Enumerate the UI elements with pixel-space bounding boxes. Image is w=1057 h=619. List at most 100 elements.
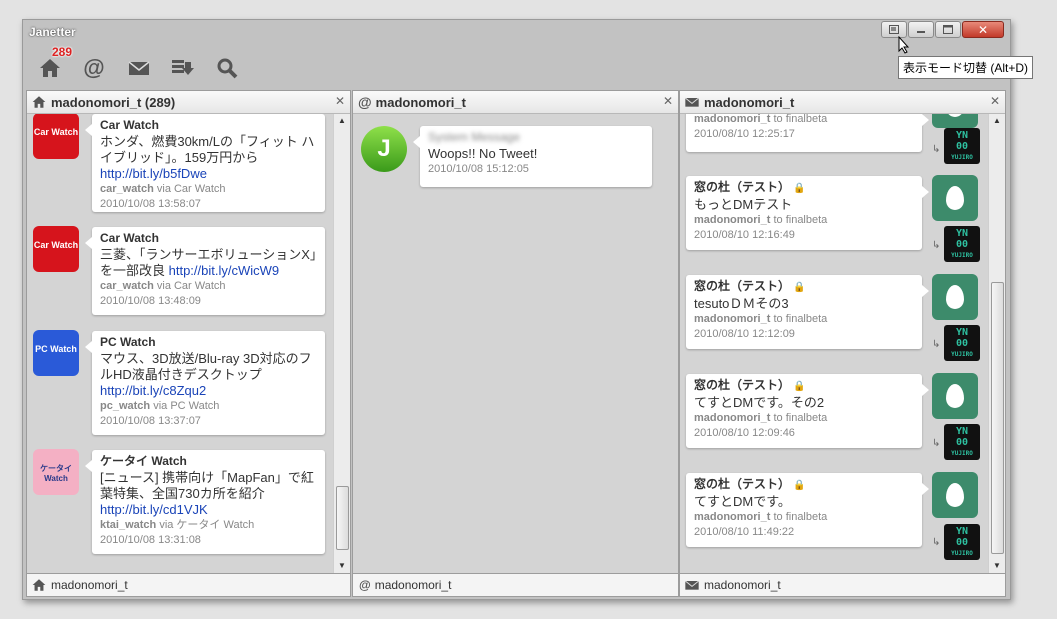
dm-text: tesutoＤＭその3	[694, 296, 789, 311]
mail-icon	[128, 61, 150, 75]
tweet-author[interactable]: PC Watch	[100, 334, 317, 351]
list-download-icon	[172, 60, 194, 75]
home-button[interactable]	[37, 55, 63, 81]
tweet-bubble: ケータイ Watch [ニュース] 携帯向け「MapFan」で紅葉特集、全国73…	[85, 450, 325, 554]
avatar-label: ケータイ Watch	[40, 464, 72, 483]
avatar[interactable]	[932, 114, 978, 128]
column-close-icon[interactable]: ✕	[663, 94, 673, 108]
app-window: Janetter ✕ 289 @ madonomori_t (289) ✕ Ca…	[22, 19, 1011, 600]
avatar[interactable]	[932, 274, 978, 320]
tweet-link[interactable]: http://bit.ly/c8Zqu2	[100, 383, 206, 398]
column-footer[interactable]: @ madonomori_t	[353, 573, 678, 596]
reply-arrow-icon: ↳	[932, 339, 941, 350]
dm-sender[interactable]: madonomori_t	[694, 412, 770, 424]
home-icon	[32, 96, 46, 108]
maximize-button[interactable]	[935, 21, 961, 38]
dm-author[interactable]: 窓の杜（テスト） 🔒	[694, 179, 914, 197]
dm-sender[interactable]: madonomori_t	[694, 511, 770, 523]
avatar[interactable]: Car Watch	[33, 114, 79, 159]
recipient-avatar[interactable]: YN 00 YUJIRO	[944, 524, 980, 560]
column-account: madonomori_t	[51, 578, 128, 592]
timeline[interactable]: Car Watch Car Watch ホンダ、燃費30km/Lの「フィット ハ…	[27, 114, 350, 573]
avatar[interactable]: PC Watch	[33, 330, 79, 376]
column-footer[interactable]: madonomori_t	[680, 573, 1005, 596]
avatar[interactable]	[932, 472, 978, 518]
tweet-text: 三菱、「ランサーエボリューションX」を一部改良 http://bit.ly/cW…	[100, 247, 317, 278]
at-icon: @	[83, 55, 105, 80]
close-button[interactable]: ✕	[962, 21, 1004, 38]
lock-icon: 🔒	[793, 282, 806, 293]
messages-button[interactable]	[126, 55, 152, 81]
tweet-link[interactable]: http://bit.ly/b5fDwe	[100, 166, 207, 181]
tweet-author: System Message	[428, 130, 521, 144]
dm-author[interactable]: 窓の杜（テスト） 🔒	[694, 278, 914, 296]
dm-sender[interactable]: madonomori_t	[694, 114, 770, 125]
dm-author[interactable]: 窓の杜（テスト） 🔒	[694, 377, 914, 395]
scroll-thumb[interactable]	[991, 282, 1004, 554]
tweet-username[interactable]: car_watch	[100, 183, 154, 195]
mentions-column: @ madonomori_t ✕ J System Message Woops!…	[352, 90, 679, 597]
mail-icon	[685, 97, 699, 107]
janetter-logo-icon: J	[377, 135, 391, 162]
avatar[interactable]	[932, 175, 978, 221]
scroll-up-icon[interactable]: ▲	[989, 114, 1005, 128]
recipient-avatar[interactable]: YN 00 YUJIRO	[944, 226, 980, 262]
dm-recipient: to finalbeta	[773, 214, 828, 226]
tweet-username[interactable]: pc_watch	[100, 400, 150, 412]
dm-sender[interactable]: madonomori_t	[694, 313, 770, 325]
tweet-meta: ktai_watch via ケータイ Watch	[100, 518, 317, 533]
recipient-avatar[interactable]: YN 00 YUJIRO	[944, 128, 980, 164]
lock-icon: 🔒	[793, 480, 806, 491]
dm-date: 2010/08/10 12:25:17	[694, 128, 795, 140]
tweet-text: [ニュース] 携帯向け「MapFan」で紅葉特集、全国730カ所を紹介 http…	[100, 470, 314, 517]
dm-author[interactable]: 窓の杜（テスト） 🔒	[694, 476, 914, 494]
tweet-author[interactable]: Car Watch	[100, 230, 317, 247]
home-icon	[40, 59, 60, 77]
tweet-link[interactable]: http://bit.ly/cd1VJK	[100, 502, 208, 517]
tweet-author[interactable]: Car Watch	[100, 117, 317, 134]
tweet-date: 2010/10/08 15:12:05	[428, 163, 529, 175]
scroll-up-icon[interactable]: ▲	[334, 114, 350, 128]
search-button[interactable]	[214, 55, 240, 81]
tweet-date: 2010/10/08 13:48:09	[100, 295, 201, 307]
search-icon	[217, 58, 238, 79]
tweet-author[interactable]: ケータイ Watch	[100, 453, 317, 470]
dm-text: てすとDMです。	[694, 494, 791, 509]
reply-arrow-icon: ↳	[932, 144, 941, 155]
tweet-username[interactable]: ktai_watch	[100, 519, 156, 531]
column-title: madonomori_t	[704, 94, 795, 110]
tweet-text: ホンダ、燃費30km/Lの「フィット ハイブリッド」。159万円から http:…	[100, 134, 315, 181]
scroll-thumb[interactable]	[336, 486, 349, 550]
tweet-meta: car_watch via Car Watch	[100, 182, 317, 197]
scrollbar[interactable]: ▲ ▼	[333, 114, 350, 573]
avatar[interactable]: Car Watch	[33, 226, 79, 272]
avatar[interactable]	[932, 373, 978, 419]
tweet-bubble: PC Watch マウス、3D放送/Blu-ray 3D対応のフルHD液晶付きデ…	[85, 331, 325, 435]
lists-button[interactable]	[169, 55, 195, 81]
tweet-link[interactable]: http://bit.ly/cWicW9	[169, 263, 280, 278]
tweet-date: 2010/10/08 13:37:07	[100, 415, 201, 427]
timeline[interactable]: madonomori_t to finalbeta 2010/08/10 12:…	[680, 114, 1005, 573]
avatar[interactable]: ケータイ Watch	[33, 449, 79, 495]
tweet-date: 2010/10/08 13:31:08	[100, 534, 201, 546]
scroll-down-icon[interactable]: ▼	[334, 559, 350, 573]
reply-arrow-icon: ↳	[932, 240, 941, 251]
dm-sender[interactable]: madonomori_t	[694, 214, 770, 226]
mentions-button[interactable]: @	[81, 55, 107, 81]
column-header: @ madonomori_t ✕	[353, 91, 678, 114]
column-close-icon[interactable]: ✕	[335, 94, 345, 108]
minimize-button[interactable]	[908, 21, 934, 38]
tweet-bubble: Car Watch 三菱、「ランサーエボリューションX」を一部改良 http:/…	[85, 227, 325, 315]
recipient-avatar[interactable]: YN 00 YUJIRO	[944, 325, 980, 361]
display-mode-icon	[889, 25, 899, 34]
messages-column: madonomori_t ✕ madonomori_t to finalbeta…	[679, 90, 1006, 597]
scrollbar[interactable]: ▲ ▼	[988, 114, 1005, 573]
recipient-avatar[interactable]: YN 00 YUJIRO	[944, 424, 980, 460]
column-close-icon[interactable]: ✕	[990, 94, 1000, 108]
column-footer[interactable]: madonomori_t	[27, 573, 350, 596]
home-column: madonomori_t (289) ✕ Car Watch Car Watch…	[26, 90, 351, 597]
timeline[interactable]: J System Message Woops!! No Tweet! 2010/…	[353, 114, 678, 573]
tweet-username[interactable]: car_watch	[100, 280, 154, 292]
scroll-down-icon[interactable]: ▼	[989, 559, 1005, 573]
tweet-date: 2010/10/08 13:58:07	[100, 198, 201, 210]
